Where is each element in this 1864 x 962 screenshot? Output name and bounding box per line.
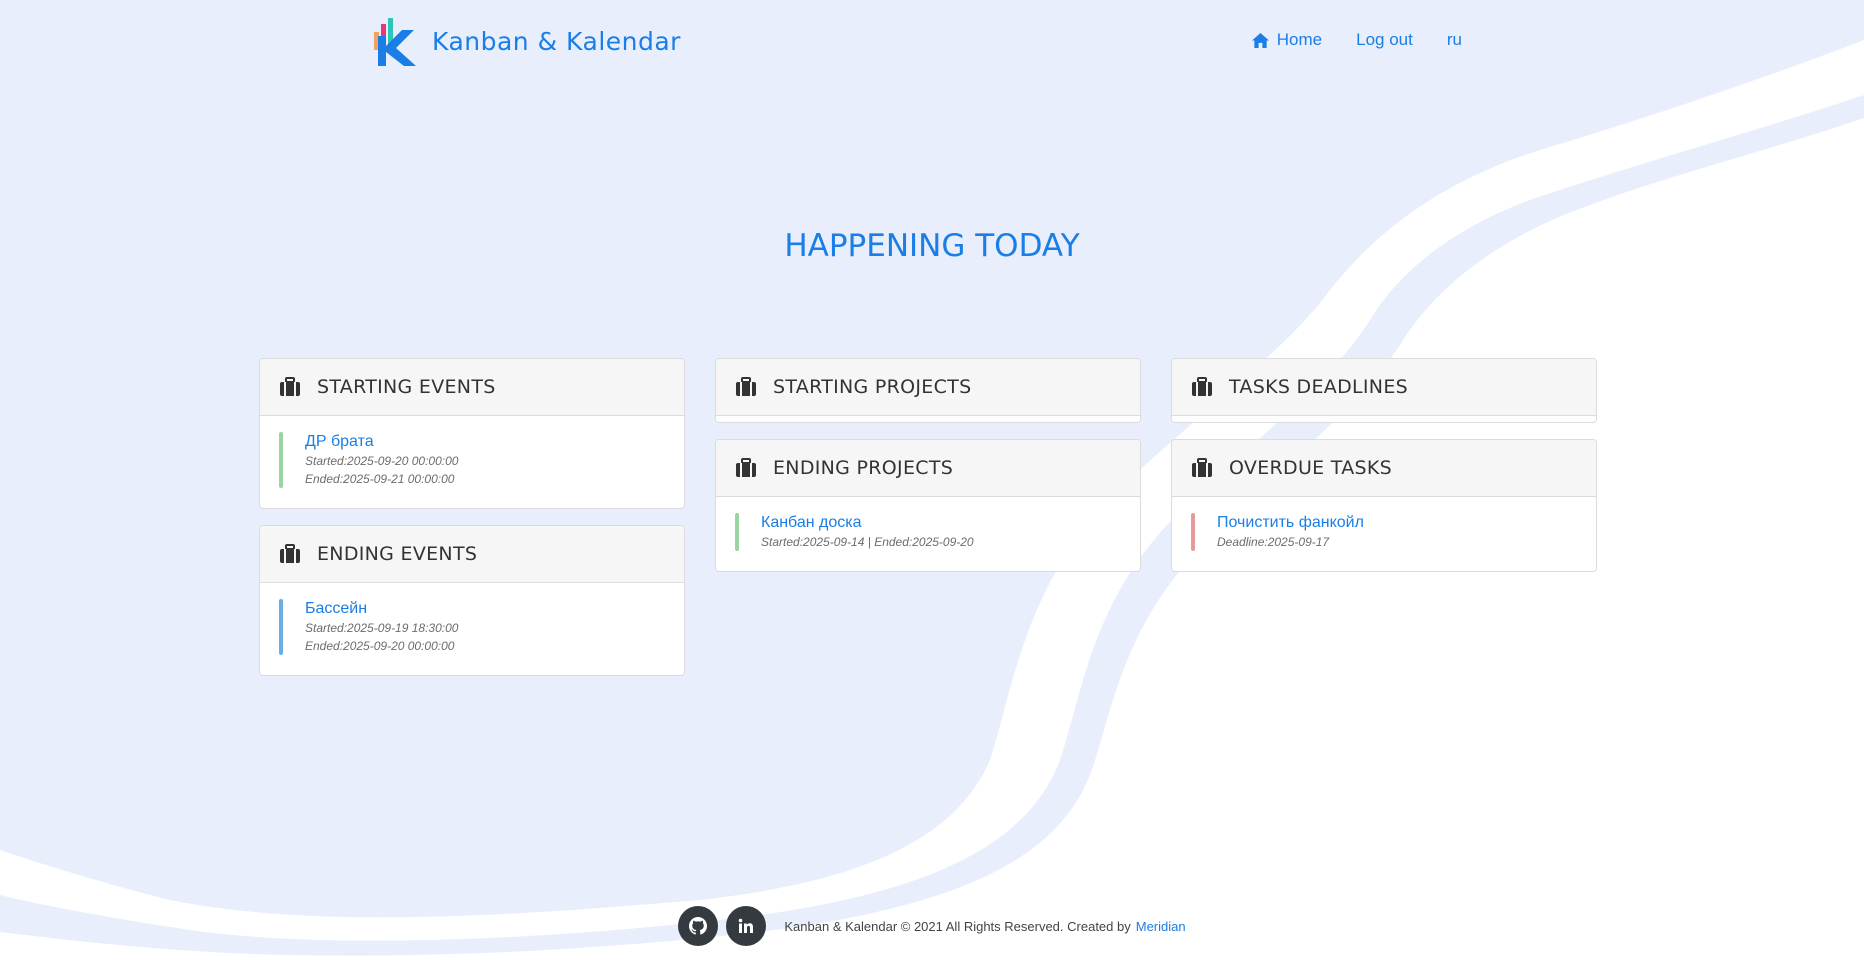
linkedin-button[interactable] [726,906,767,946]
column-projects: STARTING PROJECTS ENDING PROJECTS Канбан [715,358,1141,588]
card-header: ENDING EVENTS [260,526,684,583]
copyright-text: Kanban & Kalendar © 2021 All Rights Rese… [784,918,1131,934]
list-item: Бассейн Started:2025-09-19 18:30:00 Ende… [279,599,665,655]
project-dates: Started:2025-09-14 | Ended:2025-09-20 [761,535,974,549]
main-nav: Home Log out ru [1251,30,1462,50]
card-body: Почистить фанкойл Deadline:2025-09-17 [1172,497,1596,571]
github-button[interactable] [678,906,719,946]
event-start: Started:2025-09-19 18:30:00 [305,621,459,635]
card-title: STARTING EVENTS [317,376,496,398]
site-footer: Kanban & Kalendar © 2021 All Rights Rese… [0,906,1864,946]
card-body [1172,416,1596,422]
entry-content: Бассейн Started:2025-09-19 18:30:00 Ende… [305,599,458,655]
card-header: STARTING EVENTS [260,359,684,416]
linkedin-icon [739,918,754,933]
event-end: Ended:2025-09-21 00:00:00 [305,472,455,486]
card-starting-events: STARTING EVENTS ДР брата Started:2025-09… [259,358,685,509]
task-deadline: Deadline:2025-09-17 [1217,535,1330,549]
briefcase-icon [280,544,300,563]
status-indicator [735,513,739,551]
card-header: STARTING PROJECTS [716,359,1140,416]
event-link[interactable]: Бассейн [305,599,458,619]
nav-home[interactable]: Home [1251,30,1322,50]
brand-logo-icon [374,18,416,66]
status-indicator [279,432,283,488]
task-link[interactable]: Почистить фанкойл [1217,513,1364,533]
status-indicator [1191,513,1195,551]
list-item: ДР брата Started:2025-09-20 00:00:00 End… [279,432,665,488]
home-icon [1251,32,1269,48]
card-tasks-deadlines: TASKS DEADLINES [1171,358,1597,423]
event-start: Started:2025-09-20 00:00:00 [305,454,459,468]
event-link[interactable]: ДР брата [305,432,458,452]
card-ending-events: ENDING EVENTS Бассейн Started:2025-09-19… [259,525,685,676]
card-title: ENDING PROJECTS [773,457,954,479]
card-title: TASKS DEADLINES [1229,376,1408,398]
card-body: Канбан доска Started:2025-09-14 | Ended:… [716,497,1140,571]
github-icon [689,917,708,935]
nav-language-label: ru [1446,30,1462,49]
list-item: Канбан доска Started:2025-09-14 | Ended:… [735,513,1121,551]
briefcase-icon [1192,458,1212,477]
briefcase-icon [736,377,756,396]
nav-home-label: Home [1276,30,1323,49]
brand-link[interactable]: Kanban & Kalendar [372,16,681,66]
card-starting-projects: STARTING PROJECTS [715,358,1141,423]
entry-content: Канбан доска Started:2025-09-14 | Ended:… [761,513,974,551]
nav-language[interactable]: ru [1447,30,1462,50]
list-item: Почистить фанкойл Deadline:2025-09-17 [1191,513,1577,551]
nav-logout[interactable]: Log out [1356,30,1413,50]
column-tasks: TASKS DEADLINES OVERDUE TASKS Почистить … [1171,358,1597,588]
entry-content: ДР брата Started:2025-09-20 00:00:00 End… [305,432,458,488]
card-title: ENDING EVENTS [317,543,478,565]
entry-content: Почистить фанкойл Deadline:2025-09-17 [1217,513,1364,551]
briefcase-icon [1192,377,1212,396]
project-link[interactable]: Канбан доска [761,513,974,533]
card-title: OVERDUE TASKS [1229,457,1393,479]
card-title: STARTING PROJECTS [773,376,972,398]
card-header: TASKS DEADLINES [1172,359,1596,416]
card-body: ДР брата Started:2025-09-20 00:00:00 End… [260,416,684,508]
card-header: ENDING PROJECTS [716,440,1140,497]
author-link[interactable]: Meridian [1136,919,1186,934]
page-title: HAPPENING TODAY [784,228,1080,264]
event-end: Ended:2025-09-20 00:00:00 [305,639,455,653]
column-events: STARTING EVENTS ДР брата Started:2025-09… [259,358,685,692]
card-body: Бассейн Started:2025-09-19 18:30:00 Ende… [260,583,684,675]
card-body [716,416,1140,422]
card-header: OVERDUE TASKS [1172,440,1596,497]
briefcase-icon [280,377,300,396]
briefcase-icon [736,458,756,477]
card-overdue-tasks: OVERDUE TASKS Почистить фанкойл Deadline… [1171,439,1597,572]
brand-name: Kanban & Kalendar [432,26,681,56]
nav-logout-label: Log out [1356,30,1413,49]
page: Kanban & Kalendar Home Log out ru HAPPEN… [0,0,1864,962]
status-indicator [279,599,283,655]
card-ending-projects: ENDING PROJECTS Канбан доска Started:202… [715,439,1141,572]
site-header: Kanban & Kalendar Home Log out ru [0,0,1864,84]
